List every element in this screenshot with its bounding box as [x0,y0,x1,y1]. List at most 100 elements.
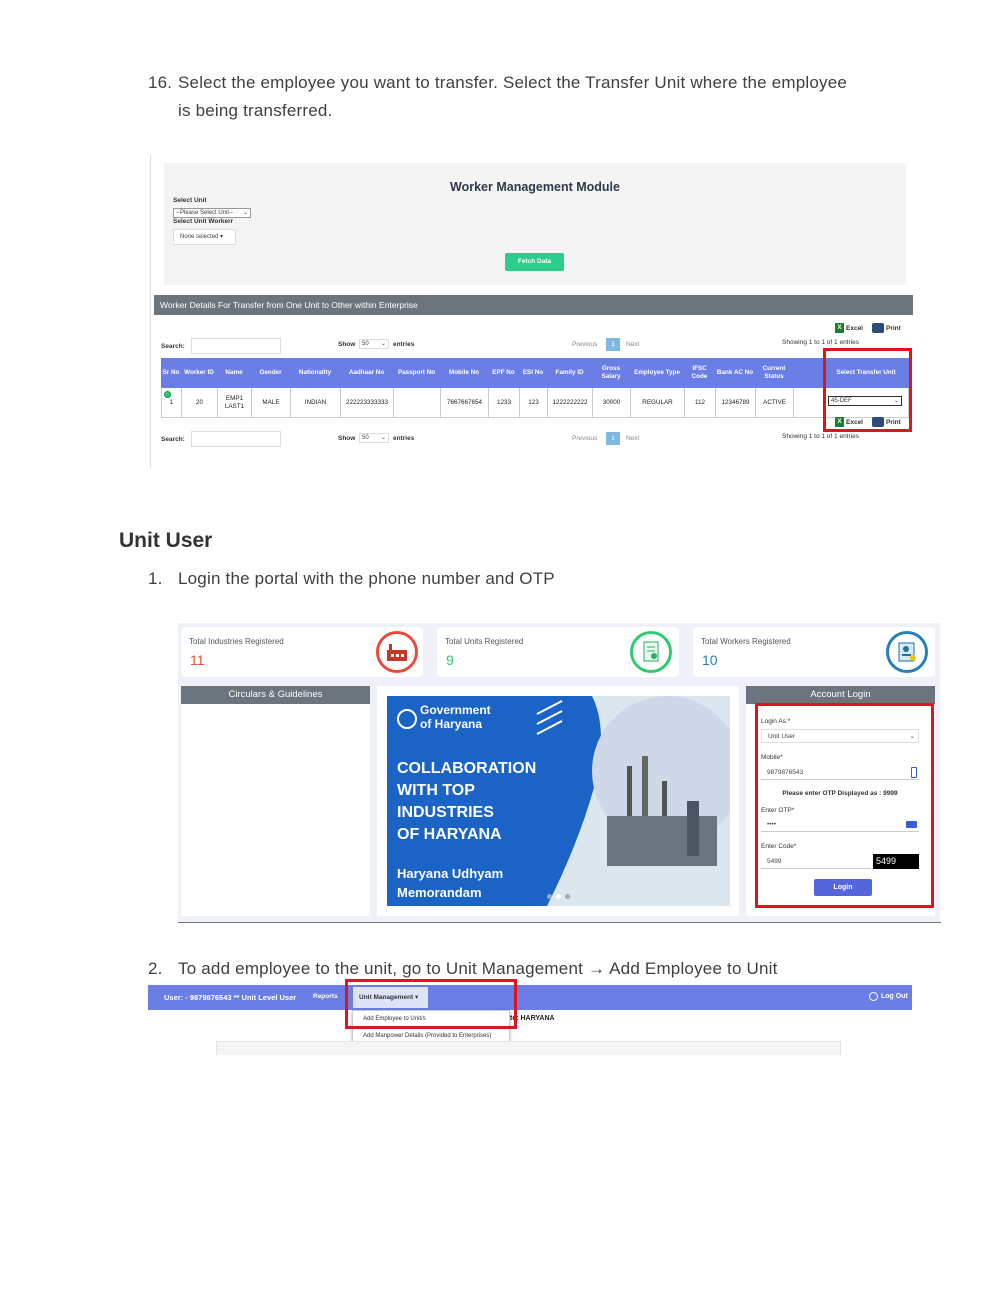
next-link[interactable]: Next [626,341,639,348]
step-16: 16. Select the employee you want to tran… [148,69,908,125]
unit-management-screenshot: User: - 9879876543 ** Unit Level User Re… [148,979,912,1055]
col-nationality[interactable]: Nationality [290,358,340,388]
module-title: Worker Management Module [450,180,620,194]
stat-title: Total Units Registered [445,637,524,646]
section-title: Unit User [119,529,213,552]
col-gender[interactable]: Gender [251,358,290,388]
page-1-button[interactable]: 1 [606,338,620,351]
stat-value: 9 [446,652,454,668]
cell-ifsc: 112 [685,388,716,418]
gov-line2: of Haryana [420,717,483,731]
excel-button[interactable]: X Excel [835,323,863,333]
printer-icon [872,417,884,427]
factory-icon [376,631,418,673]
carousel-dot-active[interactable] [556,894,561,899]
search-label-bottom: Search: [161,436,185,443]
banner-footer-1: Haryana Udhyam [397,866,504,881]
print-label: Print [886,324,901,332]
banner-footer-2: Memorandam [397,885,482,900]
menu-item-add-manpower[interactable]: Add Manpower Details (Provided to Enterp… [363,1033,491,1039]
carousel-dot[interactable] [565,894,570,899]
logout-button[interactable]: Log Out [869,992,908,1001]
cell-current-status: ACTIVE [756,388,794,418]
account-login-title: Account Login [746,686,935,704]
select-unit-label: Select Unit [173,197,207,204]
step-1: 1. Login the portal with the phone numbe… [148,565,908,593]
col-worker-id[interactable]: Worker ID [181,358,217,388]
chevron-down-icon: ⌄ [380,341,386,347]
page-1-button-bottom[interactable]: 1 [606,432,620,445]
col-name[interactable]: Name [217,358,251,388]
select-worker-dropdown[interactable]: None selected ▾ [173,229,236,245]
user-info: User: - 9879876543 ** Unit Level User [164,993,297,1002]
print-label: Print [886,418,901,426]
search-input-bottom[interactable] [191,431,281,447]
haryana-banner[interactable]: Government of Haryana COLLABORATION WITH… [387,696,730,906]
step-text-line2: is being transferred. [178,101,333,120]
worker-transfer-screenshot: Worker Management Module Select Unit --P… [150,155,913,468]
col-epf[interactable]: EPF No [488,358,519,388]
gov-line1: Government [420,703,491,717]
cell-passport [394,388,441,418]
banner-headline-2: WITH TOP [397,782,475,799]
show-entries-select[interactable]: 50 ⌄ [359,339,389,349]
cell-nationality: INDIAN [291,388,341,418]
nav-reports[interactable]: Reports [313,993,338,1000]
previous-link-bottom[interactable]: Previous [572,435,597,442]
cell-aadhaar: 222223333333 [341,388,394,418]
chevron-down-icon: ⌄ [242,210,248,216]
show-entries-value: 50 [362,341,369,347]
show-label-bottom: Show [338,435,356,442]
showing-entries-text: Showing 1 to 1 of 1 entries [782,339,859,346]
divider-line [178,922,941,923]
cell-gross-salary: 30000 [593,388,631,418]
carousel-dots[interactable] [547,894,570,899]
expand-row-icon[interactable] [164,391,171,398]
cell-worker-id: 20 [182,388,218,418]
search-input[interactable] [191,338,281,354]
login-screenshot: Total Industries Registered 11 Total Uni… [178,623,940,922]
stat-card-industries: Total Industries Registered 11 [181,627,423,677]
excel-button-bottom[interactable]: X Excel [835,417,863,427]
col-mobile[interactable]: Mobile No [440,358,488,388]
transfer-table-title-bar: Worker Details For Transfer from One Uni… [154,295,913,315]
col-aadhaar[interactable]: Aadhaar No [340,358,393,388]
col-esi[interactable]: ESI No [519,358,547,388]
cell-mobile: 7667667654 [441,388,489,418]
previous-link[interactable]: Previous [572,341,597,348]
col-passport[interactable]: Passport No [393,358,440,388]
entries-label: entries [393,341,415,348]
stat-value: 10 [702,652,718,668]
cell-employee-type: REGULAR [631,388,685,418]
col-employee-type[interactable]: Employee Type [630,358,684,388]
col-current-status[interactable]: Current Status [755,358,793,388]
col-ifsc[interactable]: IFSC Code [684,358,715,388]
select-unit-dropdown[interactable]: --Please Select Unit-- ⌄ [173,208,251,218]
col-sr-no[interactable]: Sr No [161,358,181,388]
excel-icon: X [835,323,844,333]
step-number: 2. [148,959,163,978]
showing-entries-text-bottom: Showing 1 to 1 of 1 entries [782,433,859,440]
excel-icon: X [835,417,844,427]
col-bank-ac[interactable]: Bank AC No [715,358,755,388]
print-button-bottom[interactable]: Print [872,417,901,427]
show-entries-select-bottom[interactable]: 50 ⌄ [359,433,389,443]
cell-name: EMP1 LAST1 [218,388,252,418]
circulars-panel: Circulars & Guidelines [181,686,370,916]
print-button[interactable]: Print [872,323,901,333]
step-2: 2. To add employee to the unit, go to Un… [148,955,908,983]
table-row[interactable]: 1 20 EMP1 LAST1 MALE INDIAN 222223333333… [161,388,909,418]
logout-label: Log Out [881,993,908,1000]
col-family-id[interactable]: Family ID [547,358,592,388]
next-link-bottom[interactable]: Next [626,435,639,442]
cell-bank-ac: 12346789 [716,388,756,418]
worker-management-panel: Worker Management Module Select Unit --P… [164,163,906,285]
carousel-dot[interactable] [547,894,552,899]
top-navbar: User: - 9879876543 ** Unit Level User Re… [148,985,912,1010]
show-entries-value: 50 [362,435,369,441]
chevron-down-icon: ⌄ [380,435,386,441]
select-worker-value: None selected [180,234,219,240]
banner-headline-4: OF HARYANA [397,826,502,843]
col-gross-salary[interactable]: Gross Salary [592,358,630,388]
fetch-data-button[interactable]: Fetch Data [505,253,564,271]
